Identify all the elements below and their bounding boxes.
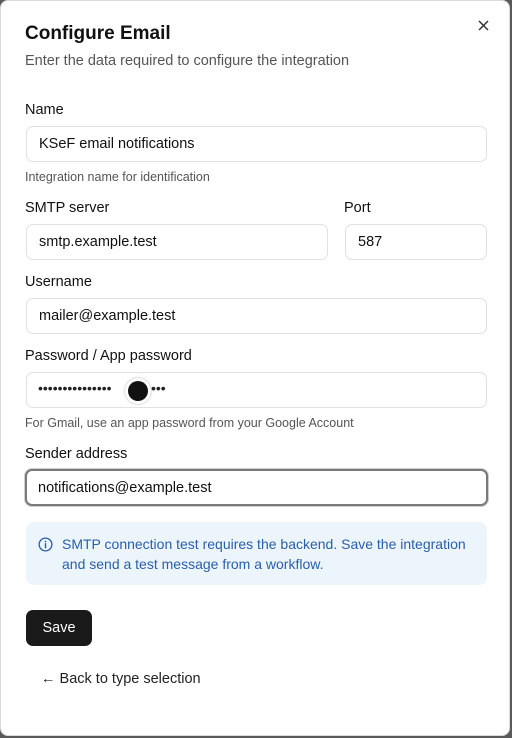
- close-button[interactable]: [473, 15, 493, 35]
- pointer-cursor-icon: [125, 378, 151, 404]
- port-label: Port: [344, 200, 371, 216]
- info-icon: [38, 537, 53, 552]
- configure-email-dialog: Configure Email Enter the data required …: [0, 0, 510, 736]
- smtp-server-input[interactable]: [26, 224, 328, 260]
- password-label: Password / App password: [25, 348, 192, 364]
- sender-label: Sender address: [25, 446, 128, 462]
- username-label: Username: [25, 274, 92, 290]
- info-callout: SMTP connection test requires the backen…: [26, 522, 487, 585]
- name-help-text: Integration name for identification: [25, 170, 210, 184]
- back-to-type-selection-link[interactable]: ← Back to type selection: [41, 671, 201, 687]
- smtp-server-label: SMTP server: [25, 200, 110, 216]
- save-button[interactable]: Save: [26, 610, 92, 646]
- dialog-subtitle: Enter the data required to configure the…: [25, 53, 350, 69]
- sender-address-input[interactable]: [25, 469, 488, 506]
- password-masked-value: •••••••••••••••: [38, 380, 112, 396]
- info-text: SMTP connection test requires the backen…: [62, 536, 466, 572]
- username-input[interactable]: [26, 298, 487, 334]
- password-help-text: For Gmail, use an app password from your…: [25, 416, 354, 430]
- password-masked-value-tail: •••: [151, 380, 166, 396]
- close-icon: [477, 19, 489, 31]
- name-input[interactable]: [26, 126, 487, 162]
- dialog-title: Configure Email: [25, 23, 171, 44]
- name-label: Name: [25, 102, 64, 118]
- port-input[interactable]: [345, 224, 487, 260]
